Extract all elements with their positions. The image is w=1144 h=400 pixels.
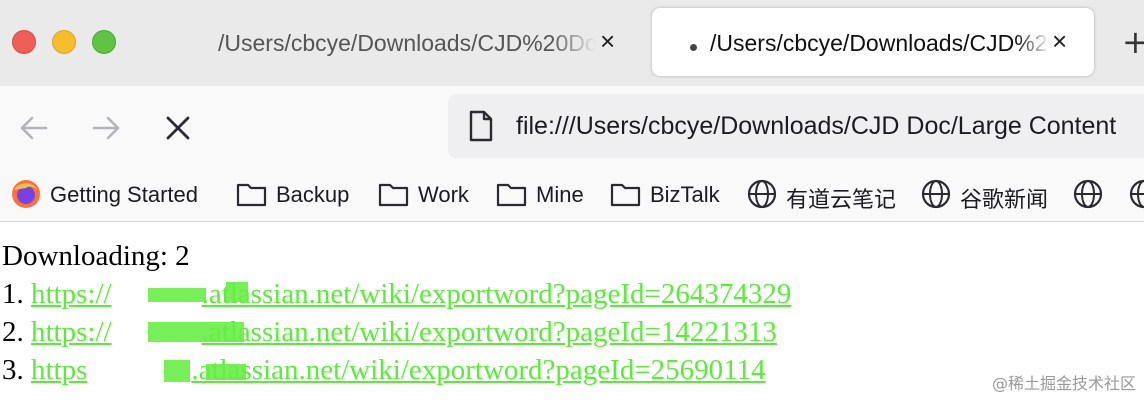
bookmark-label: Backup: [276, 182, 350, 207]
link-prefix: https: [31, 354, 88, 386]
bookmark-label: Mine: [536, 182, 584, 207]
loading-dot-icon: [690, 44, 697, 51]
export-link[interactable]: https:// .atlassian.net/wiki/exportword?p…: [31, 316, 777, 348]
title-bar: /Users/cbcye/Downloads/CJD%20Doc × /User…: [0, 0, 1144, 86]
page-icon: [469, 110, 493, 142]
minimize-window-button[interactable]: [52, 30, 76, 54]
list-number: 2.: [2, 316, 24, 348]
redaction-mark: [226, 282, 248, 302]
link-suffix: .atlassian.net/wiki/exportword?pageId=26…: [201, 278, 792, 310]
folder-icon: [378, 183, 409, 207]
bookmark-label: Getting Started: [50, 182, 198, 207]
redaction-mark: [148, 288, 206, 302]
export-link[interactable]: https .atlassian.net/wiki/exportword?page…: [31, 354, 766, 386]
tab-1[interactable]: /Users/cbcye/Downloads/CJD%20Doc ×: [200, 8, 640, 76]
globe-icon: [747, 179, 777, 209]
list-number: 3.: [2, 354, 24, 386]
download-status: Downloading: 2: [2, 240, 190, 272]
close-window-button[interactable]: [12, 30, 36, 54]
redaction-mark: [148, 322, 244, 342]
link-prefix: https://: [31, 278, 112, 310]
watermark: @稀土掘金技术社区: [991, 374, 1136, 393]
address-bar[interactable]: file:///Users/cbcye/Downloads/CJD Doc/La…: [448, 94, 1144, 158]
link-suffix: .atlassian.net/wiki/exportword?pageId=25…: [191, 354, 766, 386]
bookmark-label: Work: [418, 182, 469, 207]
tab-2-active[interactable]: /Users/cbcye/Downloads/CJD%20Doc ×: [652, 8, 1094, 76]
bookmarks-toolbar: Getting Started Backup Work Mine BizTalk…: [0, 168, 1144, 222]
page-content: Downloading: 2 1. https:// .atlassian.net…: [0, 222, 1144, 400]
bookmark-label: 谷歌新闻: [960, 187, 1049, 212]
url-text[interactable]: file:///Users/cbcye/Downloads/CJD Doc/La…: [516, 112, 1116, 141]
maximize-window-button[interactable]: [92, 30, 116, 54]
back-arrow-icon[interactable]: [16, 110, 52, 146]
redaction-mark: [164, 360, 190, 382]
link-list-item: 3. https .atlassian.net/wiki/exportword?p…: [2, 354, 766, 387]
link-suffix: .atlassian.net/wiki/exportword?pageId=14…: [201, 316, 777, 348]
bookmark-label: 有道云笔记: [786, 187, 897, 212]
link-list-item: 2. https:// .atlassian.net/wiki/exportwor…: [2, 316, 777, 349]
globe-icon: [921, 179, 951, 209]
folder-icon: [496, 183, 527, 207]
link-list-item: 1. https:// .atlassian.net/wiki/exportwor…: [2, 278, 791, 311]
redaction-mark: [206, 364, 246, 380]
list-number: 1.: [2, 278, 24, 310]
folder-icon: [236, 183, 267, 207]
globe-icon: [1129, 179, 1144, 209]
navigation-toolbar: file:///Users/cbcye/Downloads/CJD Doc/La…: [0, 86, 1144, 168]
forward-arrow-icon[interactable]: [88, 110, 124, 146]
firefox-icon: [12, 180, 40, 208]
export-link[interactable]: https:// .atlassian.net/wiki/exportword?p…: [31, 278, 791, 310]
tab-close-icon[interactable]: ×: [1052, 28, 1067, 54]
tab-title: /Users/cbcye/Downloads/CJD%20Doc: [710, 30, 1050, 56]
new-tab-button[interactable]: +: [1122, 26, 1144, 58]
globe-icon: [1073, 179, 1103, 209]
link-prefix: https://: [31, 316, 112, 348]
bookmark-label: BizTalk: [650, 182, 720, 207]
tab-title: /Users/cbcye/Downloads/CJD%20Doc: [218, 30, 596, 56]
folder-icon: [610, 183, 641, 207]
stop-loading-icon[interactable]: [160, 110, 196, 146]
tab-close-icon[interactable]: ×: [600, 28, 615, 54]
